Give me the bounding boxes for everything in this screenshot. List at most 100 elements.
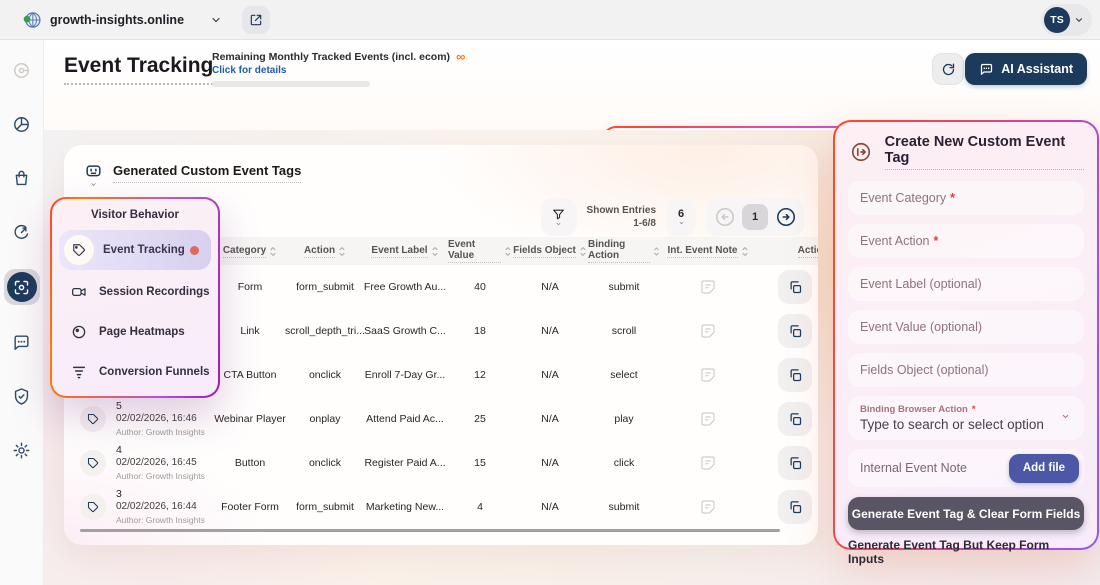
quota-progress-bar (212, 81, 370, 87)
copy-tag-button[interactable] (778, 358, 812, 392)
next-page-button[interactable] (773, 205, 798, 230)
domain-chevron-down-icon[interactable] (210, 14, 222, 26)
performance-gauge-icon[interactable] (4, 214, 40, 250)
fields-object-field[interactable]: Fields Object (optional) (848, 353, 1084, 387)
copy-tag-button[interactable] (778, 314, 812, 348)
tag-icon (80, 406, 106, 432)
sidebar-item-visitor-behavior[interactable] (4, 269, 40, 305)
column-header[interactable]: Int. Event Note (660, 245, 756, 258)
visitor-behavior-scan-icon (7, 272, 37, 302)
quota-label: Remaining Monthly Tracked Events (incl. … (212, 51, 450, 63)
settings-gear-icon[interactable] (4, 432, 40, 468)
page-size-select[interactable]: 6 (666, 198, 696, 236)
chevron-down-icon (554, 221, 563, 227)
event-action-field[interactable]: Event Action* (848, 224, 1084, 258)
copy-tag-button[interactable] (778, 270, 812, 304)
note-icon (700, 499, 716, 515)
ecommerce-bag-icon[interactable] (4, 160, 40, 196)
copy-icon (788, 324, 803, 339)
analytics-pie-icon[interactable] (4, 106, 40, 142)
refresh-button[interactable] (932, 53, 964, 85)
generate-keep-button[interactable]: Generate Event Tag But Keep Form Inputs (848, 538, 1084, 566)
column-header[interactable]: Actions (756, 245, 818, 258)
arrow-left-circle-icon (714, 206, 736, 228)
tag-icon (80, 450, 106, 476)
chat-bubble-icon (979, 62, 994, 77)
menu-item-session-recordings[interactable]: Session Recordings (59, 273, 211, 311)
previous-page-button[interactable] (712, 205, 737, 230)
table-row: 502/02/2026, 16:46Author: Growth Insight… (64, 397, 818, 441)
sort-icon (653, 246, 660, 257)
chevron-down-icon (1059, 412, 1072, 421)
event-label-field[interactable]: Event Label (optional) (848, 267, 1084, 301)
quota-details-link[interactable]: Click for details (212, 65, 465, 76)
column-header[interactable]: Event Value (448, 239, 512, 263)
dashboard-icon[interactable] (4, 52, 40, 88)
generate-clear-button[interactable]: Generate Event Tag & Clear Form Fields (848, 497, 1084, 530)
chevron-down-icon (89, 181, 98, 188)
copy-icon (788, 412, 803, 427)
tag-icon (64, 235, 94, 265)
video-camera-icon (71, 284, 87, 300)
open-external-link-button[interactable] (242, 6, 270, 34)
column-header[interactable]: Action (288, 245, 362, 258)
refresh-icon (941, 62, 956, 77)
privacy-shield-icon[interactable] (4, 378, 40, 414)
copy-icon (788, 500, 803, 515)
generator-robot-icon[interactable] (84, 161, 103, 188)
menu-item-page-heatmaps[interactable]: Page Heatmaps (59, 313, 211, 351)
active-indicator-dot (190, 246, 199, 255)
panel-title: Create New Custom Event Tag (885, 134, 1084, 170)
filter-button[interactable] (541, 198, 577, 236)
note-icon (700, 279, 716, 295)
copy-tag-button[interactable] (778, 490, 812, 524)
binding-browser-action-select[interactable]: Binding Browser Action* Type to search o… (848, 396, 1084, 440)
add-file-button[interactable]: Add file (1009, 454, 1079, 483)
menu-item-conversion-funnels[interactable]: Conversion Funnels (59, 353, 211, 391)
menu-title: Visitor Behavior (59, 209, 211, 221)
browser-top-bar: growth-insights.online TS (0, 0, 1100, 40)
funnel-levels-icon (71, 364, 87, 380)
note-icon (700, 411, 716, 427)
copy-icon (788, 456, 803, 471)
column-header[interactable]: Binding Action (588, 239, 660, 263)
column-header[interactable]: Event Label (362, 245, 448, 258)
sort-icon (338, 246, 346, 257)
chevron-down-icon (677, 220, 686, 226)
account-chevron-down-icon (1074, 15, 1084, 25)
copy-icon (788, 368, 803, 383)
page-title: Event Tracking (64, 54, 213, 85)
page-number[interactable]: 1 (742, 204, 768, 230)
column-header[interactable]: Category (212, 245, 288, 258)
ai-assistant-button[interactable]: AI Assistant (965, 53, 1087, 85)
copy-tag-button[interactable] (778, 446, 812, 480)
feedback-chat-icon[interactable] (4, 324, 40, 360)
internal-event-note-field[interactable]: Internal Event Note Add file (848, 449, 1084, 487)
create-tag-panel: Create New Custom Event Tag Event Catego… (833, 120, 1099, 550)
horizontal-scrollbar[interactable] (80, 529, 780, 532)
quota-block: Remaining Monthly Tracked Events (incl. … (212, 51, 465, 87)
copy-tag-button[interactable] (778, 402, 812, 436)
heatmap-icon (71, 324, 87, 340)
account-menu[interactable]: TS (1041, 4, 1092, 36)
sort-icon (579, 246, 587, 257)
copy-icon (788, 280, 803, 295)
card-title: Generated Custom Event Tags (113, 163, 301, 183)
page-header: Event Tracking Remaining Monthly Tracked… (44, 40, 1100, 130)
event-category-field[interactable]: Event Category* (848, 181, 1084, 215)
arrow-right-circle-icon (775, 206, 797, 228)
note-icon (700, 455, 716, 471)
site-domain[interactable]: growth-insights.online (50, 13, 184, 27)
tag-icon (80, 494, 106, 520)
pagination: 1 (706, 198, 804, 236)
shown-entries: Shown Entries 1-6/8 (587, 204, 656, 230)
column-header[interactable]: Fields Object (512, 245, 588, 258)
insert-arrow-icon (848, 138, 875, 166)
menu-item-event-tracking[interactable]: Event Tracking (59, 230, 211, 270)
sort-icon (269, 246, 277, 257)
table-row: 302/02/2026, 16:44Author: Growth Insight… (64, 485, 818, 529)
table-row: 402/02/2026, 16:45Author: Growth Insight… (64, 441, 818, 485)
app-sidebar (0, 40, 44, 585)
event-value-field[interactable]: Event Value (optional) (848, 310, 1084, 344)
filter-funnel-icon (552, 208, 565, 221)
